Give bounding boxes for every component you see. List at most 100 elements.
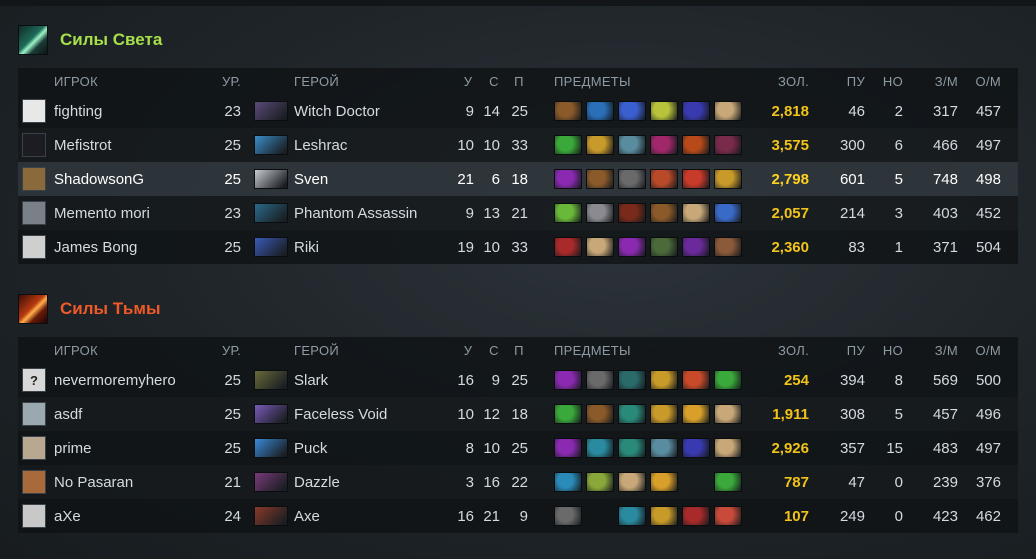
item-icon[interactable]	[618, 506, 646, 526]
item-icon[interactable]	[650, 101, 678, 121]
item-icon[interactable]	[586, 404, 614, 424]
radiant-title: Силы Света	[60, 30, 163, 49]
player-avatar[interactable]	[22, 167, 46, 191]
item-icon[interactable]	[618, 370, 646, 390]
item-icon[interactable]	[650, 438, 678, 458]
player-avatar[interactable]	[22, 436, 46, 460]
player-row[interactable]: No Pasaran 21 Dazzle 3 16 22 787 47 0 239 376	[18, 465, 1018, 499]
item-icon[interactable]	[554, 404, 582, 424]
item-icon[interactable]	[682, 169, 710, 189]
item-icon[interactable]	[554, 506, 582, 526]
item-icon[interactable]	[586, 101, 614, 121]
item-icon[interactable]	[682, 506, 710, 526]
deaths-count: 12	[483, 405, 500, 423]
item-icon[interactable]	[682, 237, 710, 257]
player-avatar[interactable]: ?	[22, 368, 46, 392]
item-icon[interactable]	[554, 370, 582, 390]
player-level: 25	[224, 238, 241, 256]
item-icon[interactable]	[586, 135, 614, 155]
item-icon[interactable]	[618, 237, 646, 257]
item-icon[interactable]	[586, 203, 614, 223]
player-avatar[interactable]	[22, 402, 46, 426]
item-icon[interactable]	[714, 506, 742, 526]
hero-portrait-icon[interactable]	[254, 203, 288, 223]
item-icon[interactable]	[650, 237, 678, 257]
item-icon[interactable]	[554, 237, 582, 257]
player-avatar[interactable]	[22, 470, 46, 494]
player-level: 25	[224, 405, 241, 423]
item-icon[interactable]	[586, 472, 614, 492]
deaths-count: 9	[491, 371, 500, 389]
item-icon[interactable]	[650, 404, 678, 424]
player-avatar[interactable]	[22, 133, 46, 157]
player-row[interactable]: fighting 23 Witch Doctor 9 14 25 2,818 46 2 317 45…	[18, 94, 1018, 128]
item-icon[interactable]	[650, 169, 678, 189]
item-icon[interactable]	[554, 203, 582, 223]
item-icon[interactable]	[714, 169, 742, 189]
item-icon[interactable]	[714, 203, 742, 223]
item-icon[interactable]	[714, 438, 742, 458]
player-avatar[interactable]	[22, 235, 46, 259]
hero-portrait-icon[interactable]	[254, 404, 288, 424]
item-icon[interactable]	[618, 438, 646, 458]
denies-value: 15	[886, 439, 903, 457]
player-avatar[interactable]	[22, 504, 46, 528]
player-avatar[interactable]	[22, 201, 46, 225]
player-row[interactable]: Memento mori 23 Phantom Assassin 9 13 21 2,057…	[18, 196, 1018, 230]
item-icon[interactable]	[682, 101, 710, 121]
item-icon[interactable]	[714, 101, 742, 121]
player-level: 23	[224, 102, 241, 120]
gold-value: 254	[783, 371, 809, 389]
player-row[interactable]: James Bong 25 Riki 19 10 33 2,360 83 1 371 504	[18, 230, 1018, 264]
item-icon[interactable]	[618, 203, 646, 223]
gold-per-min-value: 462	[975, 507, 1001, 525]
item-icon[interactable]	[714, 237, 742, 257]
item-icon[interactable]	[554, 472, 582, 492]
item-icon[interactable]	[650, 506, 678, 526]
item-icon[interactable]	[586, 237, 614, 257]
player-row[interactable]: ? nevermoremyhero 25 Slark 16 9 25 254 394 8 569 50…	[18, 363, 1018, 397]
item-icon[interactable]	[618, 472, 646, 492]
item-icon[interactable]	[554, 169, 582, 189]
player-row[interactable]: prime 25 Puck 8 10 25 2,926 357 15 483 497	[18, 431, 1018, 465]
hero-portrait-icon[interactable]	[254, 506, 288, 526]
player-avatar[interactable]	[22, 99, 46, 123]
player-row[interactable]: Mefistrot 25 Leshrac 10 10 33 3,575 300 6 466 497	[18, 128, 1018, 162]
item-icon[interactable]	[682, 438, 710, 458]
item-icon[interactable]	[554, 438, 582, 458]
hero-portrait-icon[interactable]	[254, 169, 288, 189]
item-icon[interactable]	[714, 404, 742, 424]
item-icon[interactable]	[682, 370, 710, 390]
item-icon[interactable]	[650, 203, 678, 223]
item-icon[interactable]	[682, 404, 710, 424]
item-icon[interactable]	[554, 135, 582, 155]
item-icon[interactable]	[586, 438, 614, 458]
item-icon[interactable]	[586, 370, 614, 390]
player-row[interactable]: ShadowsonG 25 Sven 21 6 18 2,798 601 5 748 498	[18, 162, 1018, 196]
item-icon[interactable]	[682, 203, 710, 223]
hero-portrait-icon[interactable]	[254, 135, 288, 155]
item-icon[interactable]	[682, 135, 710, 155]
kills-count: 9	[465, 102, 474, 120]
item-icon[interactable]	[618, 169, 646, 189]
player-row[interactable]: aXe 24 Axe 16 21 9 107 249 0 423 462	[18, 499, 1018, 533]
item-icon[interactable]	[650, 370, 678, 390]
item-icon[interactable]	[650, 472, 678, 492]
item-icon[interactable]	[650, 135, 678, 155]
player-row[interactable]: asdf 25 Faceless Void 10 12 18 1,911 308 5 457 496	[18, 397, 1018, 431]
column-header-denies: НО	[882, 73, 903, 89]
item-icon[interactable]	[554, 101, 582, 121]
hero-portrait-icon[interactable]	[254, 472, 288, 492]
item-icon[interactable]	[618, 101, 646, 121]
hero-portrait-icon[interactable]	[254, 370, 288, 390]
assists-count: 25	[511, 102, 528, 120]
item-icon[interactable]	[714, 472, 742, 492]
hero-portrait-icon[interactable]	[254, 101, 288, 121]
item-icon[interactable]	[714, 370, 742, 390]
item-icon[interactable]	[618, 404, 646, 424]
item-icon[interactable]	[618, 135, 646, 155]
hero-portrait-icon[interactable]	[254, 237, 288, 257]
hero-portrait-icon[interactable]	[254, 438, 288, 458]
item-icon[interactable]	[586, 169, 614, 189]
item-icon[interactable]	[714, 135, 742, 155]
